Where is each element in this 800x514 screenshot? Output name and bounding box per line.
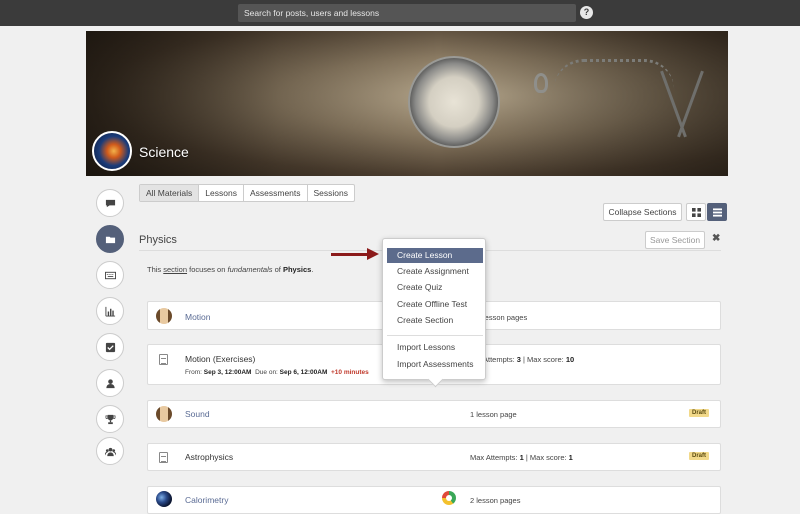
top-bar: Search for posts, users and lessons ? [0,0,800,26]
lesson-thumbnail [156,491,172,507]
sidebar-item-attendance[interactable] [96,333,124,361]
list-icon [713,208,722,217]
sidebar-item-members[interactable] [96,369,124,397]
folder-icon [105,236,116,244]
status-badge: Draft [689,452,710,460]
create-dropdown-menu: Create Lesson Create Assignment Create Q… [382,238,486,380]
item-info: 2 lesson pages [470,496,521,505]
trophy-icon [105,414,116,425]
checkbox-icon [105,342,116,353]
status-badge: Draft [689,409,710,417]
sidebar-item-analytics[interactable] [96,297,124,325]
list-item[interactable]: Sound 1 lesson page Draft [147,400,721,428]
item-title[interactable]: Motion (Exercises) [185,354,255,364]
watch-ring-decoration [534,73,548,93]
bar-chart-icon [105,306,116,317]
tab-all-materials[interactable]: All Materials [140,185,200,201]
menu-item-import-lessons[interactable]: Import Lessons [387,340,483,355]
menu-item-create-assignment[interactable]: Create Assignment [387,264,483,279]
save-section-button[interactable]: Save Section [645,231,705,249]
menu-item-create-section[interactable]: Create Section [387,313,483,328]
grid-view-button[interactable] [686,203,706,221]
item-title[interactable]: Motion [185,312,211,322]
sidebar-item-discussions[interactable] [96,189,124,217]
item-title[interactable]: Astrophysics [185,452,233,462]
item-info: 1 lesson page [470,410,517,419]
tab-assessments[interactable]: Assessments [244,185,308,201]
red-arrow-annotation [331,253,371,256]
menu-item-import-assessments[interactable]: Import Assessments [387,357,483,372]
item-schedule: From: Sep 3, 12:00AM Due on: Sep 6, 12:0… [185,369,369,376]
menu-item-create-quiz[interactable]: Create Quiz [387,280,483,295]
sidebar-item-materials[interactable] [96,225,124,253]
list-item[interactable]: Astrophysics Max Attempts: 1 | Max score… [147,443,721,471]
list-item[interactable]: Calorimetry 2 lesson pages [147,486,721,514]
list-view-button[interactable] [707,203,727,221]
item-info: Attempts: 3 | Max score: 10 [483,355,575,364]
close-icon[interactable]: ✖ [712,233,720,244]
search-input[interactable]: Search for posts, users and lessons [238,4,576,22]
collapse-sections-button[interactable]: Collapse Sections [603,203,682,221]
keyboard-icon [105,271,116,280]
section-description: This section focuses on fundamentals of … [147,265,314,274]
menu-item-create-lesson[interactable]: Create Lesson [387,248,483,263]
sidebar-item-badges[interactable] [96,405,124,433]
assessment-doc-icon [159,354,168,365]
item-info: Max Attempts: 1 | Max score: 1 [470,453,573,462]
group-icon [105,447,116,457]
tab-lessons[interactable]: Lessons [199,185,244,201]
course-title: Science [139,144,189,160]
comment-icon [105,199,116,208]
lesson-thumbnail [156,406,172,422]
red-arrow-head [367,248,379,260]
section-title[interactable]: Physics [139,234,177,246]
assessment-doc-icon [159,452,168,463]
section-link[interactable]: section [163,265,187,274]
materials-tabs: All Materials Lessons Assessments Sessio… [139,184,356,202]
user-icon [106,379,115,389]
sidebar-item-gradebook[interactable] [96,261,124,289]
menu-item-create-offline-test[interactable]: Create Offline Test [387,297,483,312]
item-title[interactable]: Calorimetry [185,495,228,505]
sidebar-item-groups[interactable] [96,437,124,465]
progress-donut-icon [442,491,456,505]
course-avatar [92,131,132,171]
help-icon[interactable]: ? [580,6,593,19]
lesson-thumbnail [156,308,172,324]
watch-chain-decoration [554,59,674,89]
pocket-watch-image [408,56,500,148]
item-info: lesson pages [483,313,528,322]
grid-icon [692,208,701,217]
menu-divider [387,335,483,336]
item-title[interactable]: Sound [185,409,210,419]
tab-sessions[interactable]: Sessions [308,185,355,201]
